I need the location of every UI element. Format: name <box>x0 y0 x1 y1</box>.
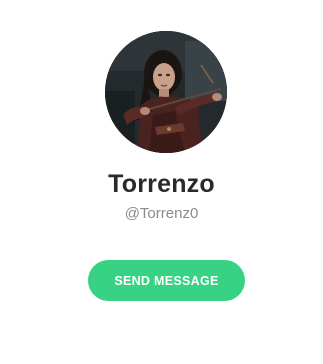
profile-handle: @Torrenz0 <box>124 205 199 222</box>
avatar[interactable] <box>105 31 227 153</box>
profile-card: Torrenzo @Torrenz0 SEND MESSAGE <box>0 0 323 364</box>
archer-avatar-image <box>105 31 227 153</box>
send-message-button[interactable]: SEND MESSAGE <box>88 260 245 301</box>
profile-display-name: Torrenzo <box>108 170 215 198</box>
